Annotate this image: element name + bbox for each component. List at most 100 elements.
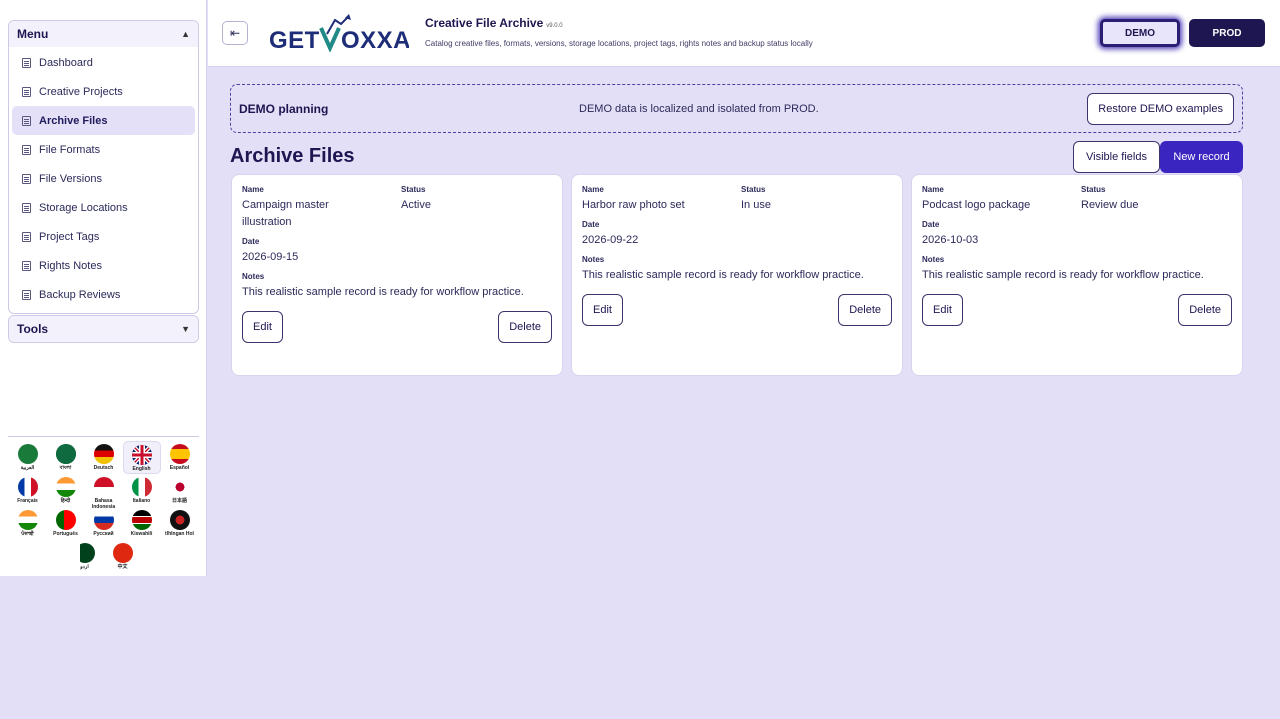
language-option[interactable]: Русский <box>85 507 123 540</box>
record-date: 2026-10-03 <box>922 234 979 246</box>
sidebar-item-creative-projects[interactable]: Creative Projects <box>12 77 195 106</box>
date-label: Date <box>242 237 260 246</box>
menu-header[interactable]: Menu ▲ <box>9 21 198 47</box>
language-option[interactable]: Español <box>161 441 199 474</box>
sidebar-item-backup-reviews[interactable]: Backup Reviews <box>12 280 195 309</box>
prod-env-button[interactable]: PROD <box>1189 19 1265 47</box>
edit-button[interactable]: Edit <box>242 311 283 343</box>
flag-icon <box>93 510 114 530</box>
language-option[interactable]: Kiswahili <box>123 507 161 540</box>
language-option[interactable]: Deutsch <box>85 441 123 474</box>
language-label: Português <box>53 531 78 537</box>
sidebar-item-project-tags[interactable]: Project Tags <box>12 222 195 251</box>
flag-icon <box>55 444 76 464</box>
language-label: Kiswahili <box>130 531 153 537</box>
flag-icon <box>169 510 190 530</box>
list-icon <box>22 144 31 155</box>
record-name: Campaign master illustration <box>242 199 329 228</box>
collapse-menu-icon: ⇤ <box>229 26 241 40</box>
record-status: Active <box>401 199 431 211</box>
language-option[interactable]: العربية <box>9 441 47 474</box>
language-label: हिन्दी <box>60 498 71 504</box>
chevron-up-icon[interactable]: ▲ <box>181 29 190 39</box>
sidebar-item-label: Archive Files <box>39 114 108 127</box>
language-option[interactable]: বাংলা <box>47 441 85 474</box>
tools-title: Tools <box>17 322 49 336</box>
demo-banner: DEMO planning DEMO data is localized and… <box>230 84 1243 133</box>
sidebar-item-label: Dashboard <box>39 56 93 69</box>
flag-icon <box>112 543 133 563</box>
list-icon <box>22 260 31 271</box>
flag-icon <box>169 477 190 497</box>
record-status: In use <box>741 199 771 211</box>
new-record-button[interactable]: New record <box>1160 141 1243 173</box>
language-option[interactable]: اردو <box>66 540 104 573</box>
language-option[interactable]: हिन्दी <box>47 474 85 507</box>
language-label: 中文 <box>117 564 128 570</box>
list-icon <box>22 231 31 242</box>
record-notes: This realistic sample record is ready fo… <box>582 269 864 281</box>
sidebar-item-label: Project Tags <box>39 230 100 243</box>
sidebar-item-label: Storage Locations <box>39 201 128 214</box>
sidebar-item-file-formats[interactable]: File Formats <box>12 135 195 164</box>
edit-button[interactable]: Edit <box>582 294 623 326</box>
list-icon <box>22 173 31 184</box>
sidebar-item-label: File Formats <box>39 143 101 156</box>
language-option[interactable]: 日本語 <box>161 474 199 507</box>
svg-text:OXXA: OXXA <box>341 27 409 52</box>
record-name: Harbor raw photo set <box>582 199 685 211</box>
language-label: Русский <box>93 531 114 537</box>
record-status: Review due <box>1081 199 1139 211</box>
list-icon <box>22 289 31 300</box>
edit-button[interactable]: Edit <box>922 294 963 326</box>
delete-button[interactable]: Delete <box>838 294 892 326</box>
sidebar-item-label: File Versions <box>39 172 102 185</box>
demo-env-button[interactable]: DEMO <box>1100 19 1180 47</box>
tools-panel: Tools ▼ <box>8 315 199 343</box>
menu-title: Menu <box>17 27 49 41</box>
sidebar-item-storage-locations[interactable]: Storage Locations <box>12 193 195 222</box>
language-label: English <box>132 466 151 472</box>
language-label: বাংলা <box>59 465 72 471</box>
delete-button[interactable]: Delete <box>498 311 552 343</box>
list-icon <box>22 57 31 68</box>
language-option[interactable]: Italiano <box>123 474 161 507</box>
flag-icon <box>93 444 114 464</box>
date-label: Date <box>922 220 940 229</box>
language-option[interactable]: tlhIngan Hol <box>161 507 199 540</box>
language-label: 日本語 <box>171 498 187 504</box>
list-icon <box>22 202 31 213</box>
language-option[interactable]: Bahasa Indonesia <box>85 474 123 510</box>
flag-icon <box>17 444 38 464</box>
restore-demo-button[interactable]: Restore DEMO examples <box>1087 92 1234 125</box>
language-option[interactable]: 中文 <box>104 540 142 573</box>
sidebar-item-file-versions[interactable]: File Versions <box>12 164 195 193</box>
notes-label: Notes <box>242 272 265 281</box>
banner-message: DEMO data is localized and isolated from… <box>579 102 819 115</box>
date-label: Date <box>582 220 600 229</box>
language-option[interactable]: Français <box>9 474 47 507</box>
record-notes: This realistic sample record is ready fo… <box>242 286 524 298</box>
delete-button[interactable]: Delete <box>1178 294 1232 326</box>
flag-icon <box>17 477 38 497</box>
language-label: Français <box>17 498 38 504</box>
sidebar-item-archive-files[interactable]: Archive Files <box>12 106 195 135</box>
language-label: ਪੰਜਾਬੀ <box>21 531 34 537</box>
sidebar-toggle-button[interactable]: ⇤ <box>222 21 248 45</box>
name-label: Name <box>582 185 604 194</box>
language-option[interactable]: English <box>122 441 161 474</box>
logo-graphic: GET OXXA <box>269 14 409 52</box>
flag-icon <box>131 510 152 530</box>
chevron-down-icon[interactable]: ▼ <box>181 324 190 334</box>
language-option[interactable]: Português <box>47 507 85 540</box>
visible-fields-button[interactable]: Visible fields <box>1073 141 1160 173</box>
flag-icon <box>131 445 152 465</box>
name-label: Name <box>242 185 264 194</box>
banner-title: DEMO planning <box>239 101 329 116</box>
language-option[interactable]: ਪੰਜਾਬੀ <box>9 507 47 540</box>
tools-header[interactable]: Tools ▼ <box>9 316 198 342</box>
sidebar-item-dashboard[interactable]: Dashboard <box>12 48 195 77</box>
record-date: 2026-09-15 <box>242 251 299 263</box>
record-date: 2026-09-22 <box>582 234 639 246</box>
sidebar-item-rights-notes[interactable]: Rights Notes <box>12 251 195 280</box>
